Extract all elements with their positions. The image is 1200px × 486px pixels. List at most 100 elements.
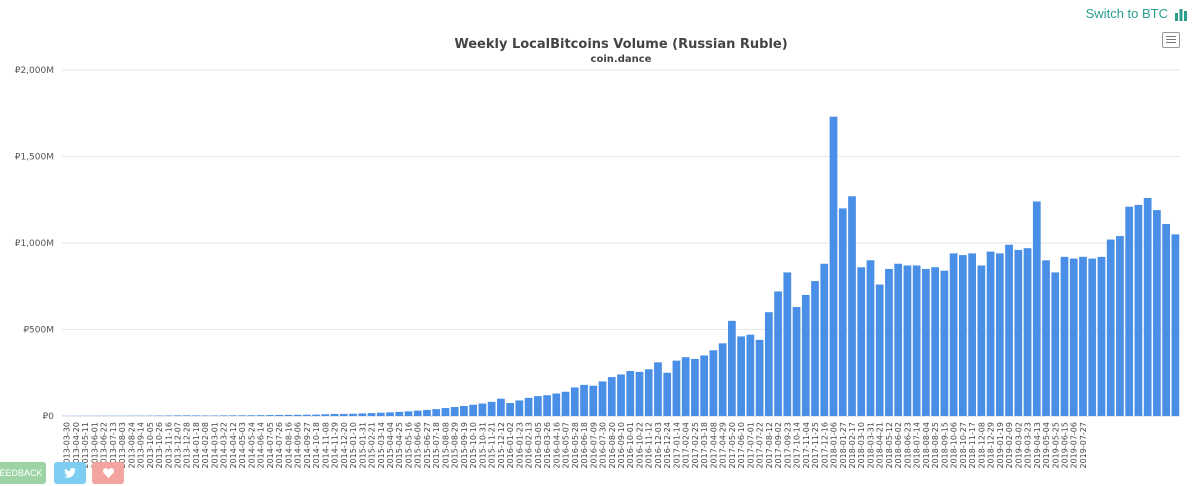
- bar[interactable]: [349, 413, 357, 416]
- bar[interactable]: [922, 268, 930, 416]
- bar[interactable]: [1060, 256, 1069, 416]
- bar[interactable]: [949, 253, 958, 416]
- bar[interactable]: [570, 387, 579, 416]
- bar[interactable]: [1079, 256, 1087, 416]
- bar[interactable]: [737, 336, 745, 416]
- bar[interactable]: [358, 413, 367, 416]
- bar[interactable]: [1014, 249, 1023, 416]
- bar[interactable]: [229, 415, 237, 416]
- bar[interactable]: [533, 396, 542, 416]
- bar[interactable]: [838, 208, 847, 416]
- bar[interactable]: [312, 414, 320, 416]
- bar[interactable]: [746, 334, 755, 416]
- bar[interactable]: [386, 412, 394, 416]
- bar[interactable]: [284, 414, 293, 416]
- bar[interactable]: [339, 413, 348, 416]
- bar[interactable]: [460, 405, 468, 416]
- bar[interactable]: [811, 281, 819, 416]
- bar[interactable]: [792, 307, 801, 416]
- bar[interactable]: [1032, 201, 1041, 416]
- bar[interactable]: [1143, 198, 1152, 416]
- bar[interactable]: [478, 403, 487, 416]
- bar[interactable]: [774, 291, 782, 416]
- bar[interactable]: [580, 384, 588, 416]
- bar[interactable]: [450, 407, 459, 416]
- bar[interactable]: [848, 196, 856, 416]
- bar[interactable]: [395, 411, 404, 416]
- heart-button[interactable]: [92, 462, 124, 484]
- bar[interactable]: [497, 398, 505, 416]
- bar[interactable]: [302, 414, 311, 416]
- bar[interactable]: [598, 381, 607, 416]
- bar[interactable]: [764, 312, 773, 416]
- bar[interactable]: [487, 401, 496, 416]
- bar[interactable]: [173, 415, 182, 416]
- bar[interactable]: [940, 270, 949, 416]
- bar[interactable]: [931, 267, 940, 416]
- bar[interactable]: [367, 413, 376, 416]
- bar[interactable]: [543, 395, 551, 416]
- bar[interactable]: [755, 339, 764, 416]
- bar[interactable]: [820, 263, 829, 416]
- bar[interactable]: [1134, 204, 1143, 416]
- bar[interactable]: [959, 255, 967, 416]
- bar[interactable]: [644, 369, 653, 416]
- twitter-button[interactable]: [54, 462, 86, 484]
- bar[interactable]: [626, 371, 635, 416]
- bar[interactable]: [330, 413, 339, 416]
- feedback-button[interactable]: EEDBACK: [0, 462, 46, 484]
- bar[interactable]: [903, 265, 912, 416]
- bar[interactable]: [1153, 210, 1161, 416]
- bar[interactable]: [1097, 256, 1106, 416]
- bar[interactable]: [1125, 206, 1134, 416]
- bar[interactable]: [1069, 258, 1078, 416]
- bar[interactable]: [524, 397, 533, 416]
- bar[interactable]: [164, 415, 173, 416]
- bar[interactable]: [441, 408, 450, 416]
- bar[interactable]: [866, 260, 875, 416]
- bar[interactable]: [1088, 258, 1097, 416]
- bar[interactable]: [617, 374, 625, 416]
- bar[interactable]: [1023, 248, 1032, 416]
- bar[interactable]: [210, 415, 219, 416]
- bar[interactable]: [728, 320, 736, 416]
- bar[interactable]: [219, 415, 228, 416]
- bar[interactable]: [718, 343, 727, 416]
- bar[interactable]: [266, 415, 274, 416]
- bar[interactable]: [977, 265, 986, 416]
- bar[interactable]: [321, 414, 330, 416]
- bar[interactable]: [672, 360, 681, 416]
- bar[interactable]: [709, 350, 718, 416]
- bar[interactable]: [1106, 239, 1115, 416]
- bar[interactable]: [912, 265, 921, 416]
- bar[interactable]: [201, 415, 210, 416]
- bar[interactable]: [192, 415, 200, 416]
- bar[interactable]: [469, 404, 478, 416]
- bar[interactable]: [1005, 244, 1013, 416]
- bar[interactable]: [894, 263, 903, 416]
- bar[interactable]: [293, 414, 302, 416]
- bar[interactable]: [376, 412, 385, 416]
- bar[interactable]: [783, 272, 792, 416]
- bar[interactable]: [885, 268, 893, 416]
- bar[interactable]: [275, 414, 283, 416]
- bar[interactable]: [1162, 223, 1171, 416]
- bar[interactable]: [681, 357, 690, 416]
- bar[interactable]: [995, 253, 1004, 416]
- bar[interactable]: [506, 403, 514, 416]
- bar[interactable]: [404, 411, 413, 416]
- bar[interactable]: [515, 400, 524, 416]
- bar[interactable]: [663, 372, 672, 416]
- bar[interactable]: [1042, 260, 1050, 416]
- bar[interactable]: [700, 355, 709, 416]
- bar[interactable]: [552, 393, 561, 416]
- bar[interactable]: [182, 415, 191, 416]
- bar[interactable]: [561, 391, 570, 416]
- bar[interactable]: [256, 415, 265, 416]
- bar[interactable]: [986, 251, 995, 416]
- bar[interactable]: [829, 116, 838, 417]
- bar[interactable]: [1051, 272, 1060, 416]
- bar[interactable]: [875, 284, 884, 416]
- bar[interactable]: [968, 253, 976, 416]
- bar[interactable]: [691, 358, 699, 416]
